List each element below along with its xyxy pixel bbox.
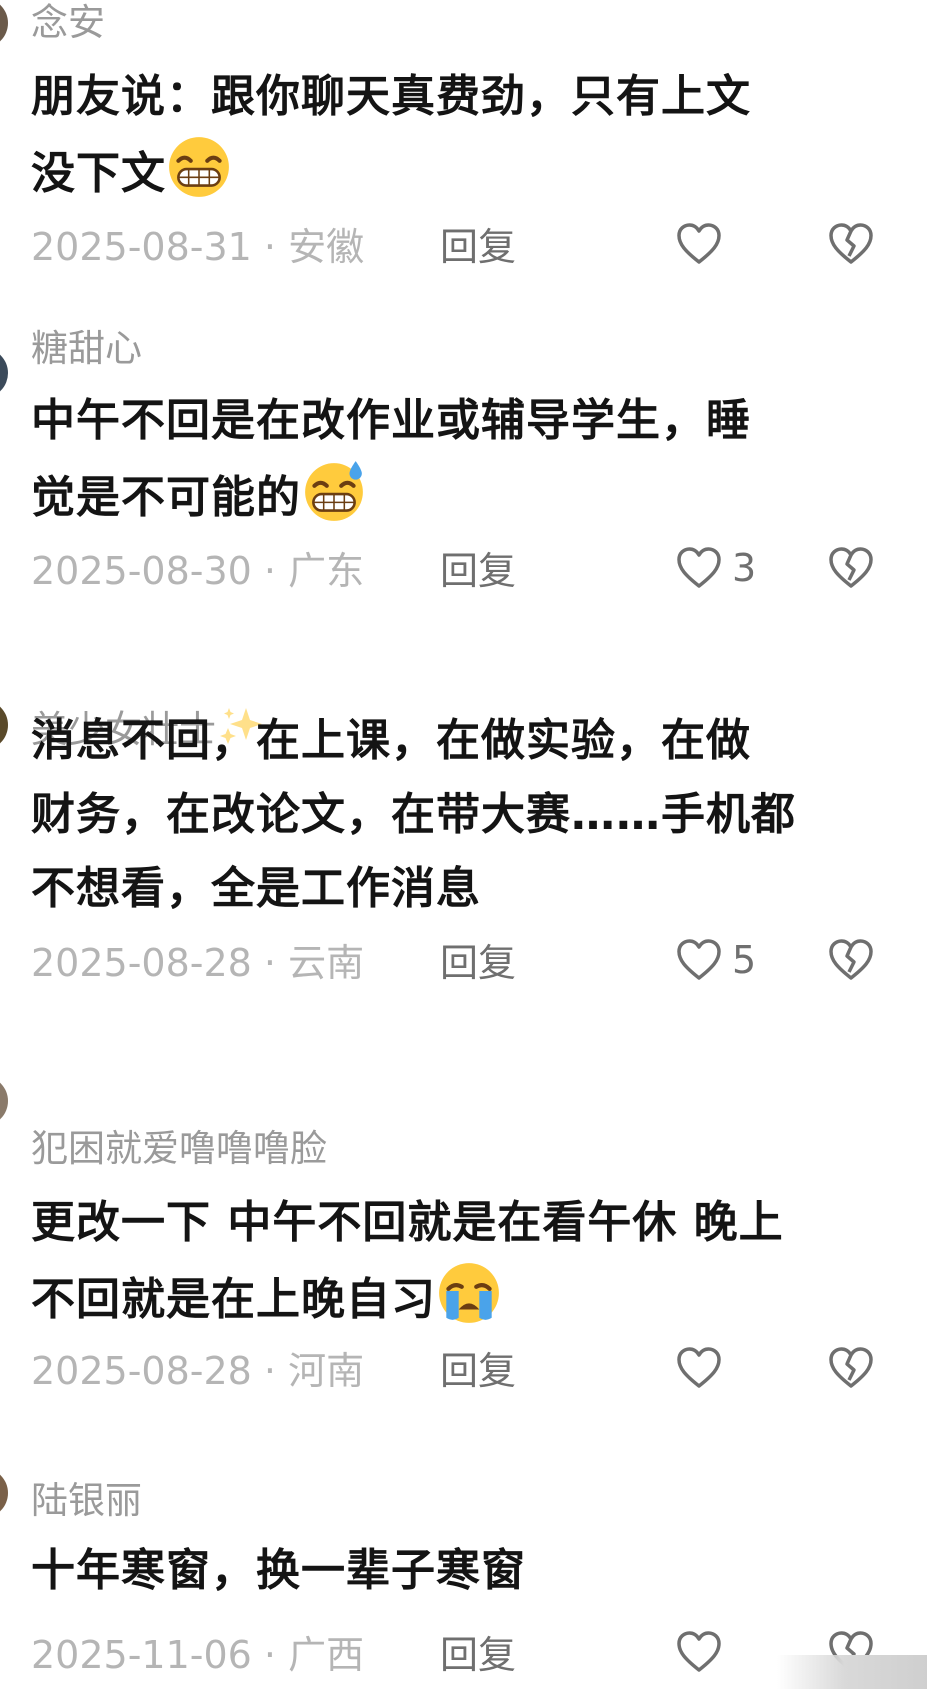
comment-text: 朋友说：跟你聊天真费劲，只有上文 没下文 xyxy=(31,60,891,211)
comment-text-line: 不回就是在上晚自习 xyxy=(31,1274,436,1325)
comment-text-line: 没下文 xyxy=(31,148,166,199)
comment-username[interactable]: 糖甜心 xyxy=(31,330,142,367)
avatar[interactable] xyxy=(0,348,8,398)
like-count: 3 xyxy=(732,546,757,590)
avatar[interactable] xyxy=(0,700,8,750)
comment-text-line: 觉是不可能的 xyxy=(31,472,301,523)
comment-text: 中午不回是在改作业或辅导学生，睡 觉是不可能的 xyxy=(31,384,891,535)
comment-text-line: 十年寒窗，换一辈子寒窗 xyxy=(31,1545,526,1596)
dislike-button[interactable] xyxy=(828,222,874,266)
comment-date-location: 2025-08-28 · 河南 xyxy=(31,1349,365,1393)
like-button[interactable] xyxy=(676,1630,732,1674)
reply-button[interactable]: 回复 xyxy=(440,552,516,590)
comment-text-line: 不想看，全是工作消息 xyxy=(31,863,481,914)
comment-username[interactable]: 犯困就爱噜噜噜脸 xyxy=(31,1130,327,1167)
avatar[interactable] xyxy=(0,0,8,48)
comment-date-location: 2025-08-31 · 安徽 xyxy=(31,225,365,269)
comment-text-line: 朋友说：跟你聊天真费劲，只有上文 xyxy=(31,71,751,122)
heart-outline-icon xyxy=(677,1631,721,1672)
heart-outline-icon xyxy=(677,939,721,980)
comment-text-line: 财务，在改论文，在带大赛……手机都 xyxy=(31,789,796,840)
like-count: 5 xyxy=(732,938,757,982)
avatar[interactable] xyxy=(0,1076,8,1126)
broken-heart-icon xyxy=(829,939,873,980)
comment-date-location: 2025-08-28 · 云南 xyxy=(31,941,365,985)
like-button[interactable] xyxy=(676,1346,732,1390)
loudly-crying-face-icon xyxy=(439,1263,499,1323)
heart-outline-icon xyxy=(677,547,721,588)
broken-heart-icon xyxy=(829,223,873,264)
reply-button[interactable]: 回复 xyxy=(440,228,516,266)
comment-text-line: 更改一下 中午不回就是在看午休 晚上 xyxy=(31,1197,784,1248)
heart-outline-icon xyxy=(677,1347,721,1388)
comment-text: 消息不回，在上课，在做实验，在做 财务，在改论文，在带大赛……手机都 不想看，全… xyxy=(31,704,891,926)
like-button[interactable]: 3 xyxy=(676,546,756,590)
reply-button[interactable]: 回复 xyxy=(440,944,516,982)
reply-button[interactable]: 回复 xyxy=(440,1636,516,1674)
grinning-face-icon xyxy=(169,137,229,197)
broken-heart-icon xyxy=(829,1347,873,1388)
dislike-button[interactable] xyxy=(828,546,874,590)
dislike-button[interactable] xyxy=(828,1346,874,1390)
like-button[interactable]: 5 xyxy=(676,938,756,982)
comment-text-line: 中午不回是在改作业或辅导学生，睡 xyxy=(31,395,751,446)
grinning-face-with-sweat-icon xyxy=(305,461,363,521)
broken-heart-icon xyxy=(829,547,873,588)
avatar[interactable] xyxy=(0,1468,8,1518)
comment-text-line: 消息不回，在上课，在做实验，在做 xyxy=(31,715,751,766)
dislike-button[interactable] xyxy=(828,938,874,982)
comment-date-location: 2025-11-06 · 广西 xyxy=(31,1633,365,1677)
heart-outline-icon xyxy=(677,223,721,264)
reply-button[interactable]: 回复 xyxy=(440,1352,516,1390)
comment-username[interactable]: 念安 xyxy=(31,4,105,41)
like-button[interactable] xyxy=(676,222,732,266)
watermark-strip xyxy=(777,1655,927,1689)
comment-date-location: 2025-08-30 · 广东 xyxy=(31,549,365,593)
comment-username[interactable]: 陆银丽 xyxy=(31,1482,142,1519)
comment-text: 更改一下 中午不回就是在看午休 晚上 不回就是在上晚自习 xyxy=(31,1186,891,1337)
comment-text: 十年寒窗，换一辈子寒窗 xyxy=(31,1534,891,1608)
